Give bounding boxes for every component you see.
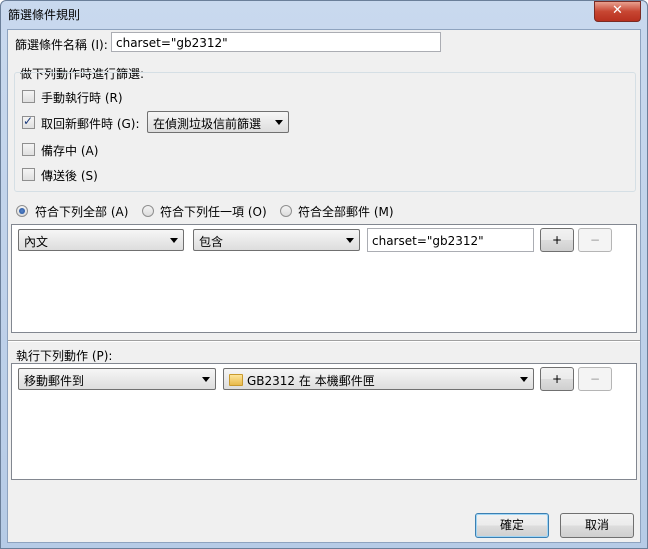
add-condition-button[interactable]: + xyxy=(540,228,574,252)
new-mail-checkbox[interactable] xyxy=(22,114,35,129)
manual-run-checkbox[interactable] xyxy=(22,90,35,103)
chevron-down-icon xyxy=(346,238,354,243)
close-icon: ✕ xyxy=(612,3,623,18)
ok-button[interactable]: 確定 xyxy=(475,513,549,538)
match-any-radio[interactable] xyxy=(142,205,154,217)
action-target-select[interactable]: GB2312 在 本機郵件匣 xyxy=(223,368,534,390)
filter-timing-value: 在偵測垃圾信前篩選 xyxy=(153,117,262,131)
title-bar[interactable]: 篩選條件規則 ✕ xyxy=(0,0,648,28)
chevron-down-icon xyxy=(202,377,210,382)
match-all-label: 符合下列全部 (A) xyxy=(35,205,129,219)
action-type-value: 移動郵件到 xyxy=(24,374,85,388)
condition-operator-select[interactable]: 包含 xyxy=(193,229,360,251)
cancel-button[interactable]: 取消 xyxy=(560,513,634,538)
action-type-select[interactable]: 移動郵件到 xyxy=(18,368,216,390)
close-button[interactable]: ✕ xyxy=(594,1,641,22)
archive-label: 備存中 (A) xyxy=(41,144,99,158)
action-target-value: GB2312 在 本機郵件匣 xyxy=(247,374,375,388)
match-all-messages-radio[interactable] xyxy=(280,205,292,217)
section-divider xyxy=(8,340,640,342)
chevron-down-icon xyxy=(275,120,283,125)
filter-name-input[interactable]: charset="gb2312" xyxy=(111,32,441,52)
actions-list[interactable]: 移動郵件到 GB2312 在 本機郵件匣 + − xyxy=(11,363,637,480)
remove-condition-button[interactable]: − xyxy=(578,228,612,252)
manual-run-label: 手動執行時 (R) xyxy=(41,91,123,105)
condition-operator-value: 包含 xyxy=(199,235,224,249)
match-any-label: 符合下列任一項 (O) xyxy=(160,205,267,219)
conditions-list[interactable]: 內文 包含 charset="gb2312" + − xyxy=(11,224,637,333)
add-action-button[interactable]: + xyxy=(540,367,574,391)
remove-action-button[interactable]: − xyxy=(578,367,612,391)
window-title: 篩選條件規則 xyxy=(8,8,81,22)
condition-field-value: 內文 xyxy=(24,235,49,249)
archive-checkbox[interactable] xyxy=(22,143,35,156)
new-mail-label: 取回新郵件時 (G): xyxy=(41,117,140,131)
after-send-checkbox[interactable] xyxy=(22,168,35,181)
chevron-down-icon xyxy=(520,377,528,382)
condition-field-select[interactable]: 內文 xyxy=(18,229,184,251)
folder-icon xyxy=(229,374,243,386)
filter-timing-select[interactable]: 在偵測垃圾信前篩選 xyxy=(147,111,289,133)
chevron-down-icon xyxy=(170,238,178,243)
filter-name-label: 篩選條件名稱 (I): xyxy=(15,38,108,52)
match-all-messages-label: 符合全部郵件 (M) xyxy=(298,205,394,219)
actions-label: 執行下列動作 (P): xyxy=(16,349,113,363)
after-send-label: 傳送後 (S) xyxy=(41,169,98,183)
dialog-body: 篩選條件名稱 (I): charset="gb2312" 做下列動作時進行篩選:… xyxy=(7,29,641,543)
match-all-radio[interactable] xyxy=(16,205,28,217)
condition-value-input[interactable]: charset="gb2312" xyxy=(367,228,534,252)
